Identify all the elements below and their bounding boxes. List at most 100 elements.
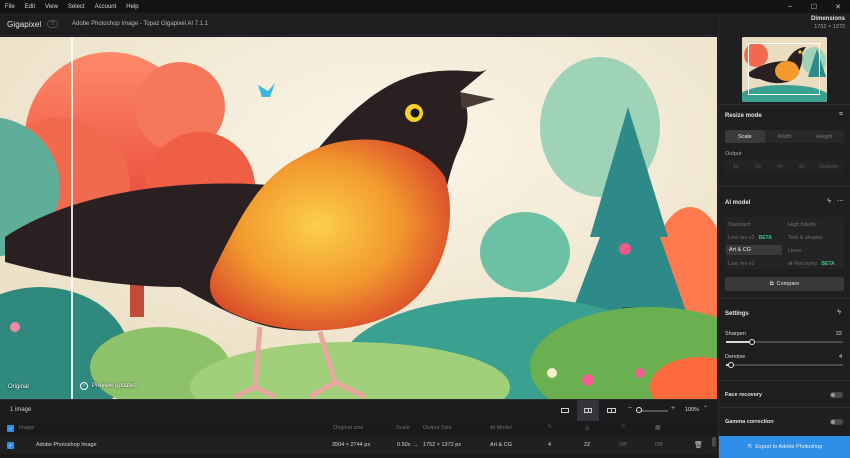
model-standard[interactable]: Standard xyxy=(728,222,750,228)
model-low-res-v2-label: Low res v2 xyxy=(728,235,755,241)
model-recovery[interactable]: ⊕ Recovery BETA xyxy=(788,261,835,267)
crop-icon[interactable]: ⌗ xyxy=(839,111,843,119)
gamma-correction-toggle[interactable] xyxy=(830,419,843,425)
resize-mode-title: Resize mode xyxy=(725,113,762,119)
export-icon: ⇱ xyxy=(747,444,753,450)
beta-badge: BETA xyxy=(758,235,772,241)
zoom-slider[interactable] xyxy=(640,410,668,412)
menu-account[interactable]: Account xyxy=(90,4,122,10)
compare-label: Compare xyxy=(776,281,800,287)
row-col-b: 22 xyxy=(584,442,591,448)
mode-height[interactable]: Height xyxy=(804,130,844,143)
settings-title: Settings xyxy=(725,311,749,317)
row-output-size: 1752 × 1372 px xyxy=(423,442,462,448)
denoise-slider-thumb[interactable] xyxy=(728,361,734,368)
zoom-slider-thumb[interactable] xyxy=(636,407,642,413)
version-badge: 7 xyxy=(47,20,59,28)
lightning-icon[interactable]: ϟ xyxy=(827,198,831,205)
col-original-size[interactable]: Original size xyxy=(333,425,363,431)
model-high-fidelity[interactable]: High fidelity xyxy=(788,222,816,228)
model-lines[interactable]: Lines xyxy=(788,248,801,254)
lightning-icon[interactable]: ϟ xyxy=(837,309,841,316)
menu-file[interactable]: File xyxy=(0,4,20,10)
output-label: Output xyxy=(725,151,742,157)
table-header: – Image Original size Scale Output Size … xyxy=(0,421,717,435)
col-image[interactable]: Image xyxy=(19,425,34,431)
view-split-button[interactable] xyxy=(577,400,599,421)
row-scale: 0.50x xyxy=(397,442,411,448)
output-custom[interactable]: Custom xyxy=(813,160,844,173)
model-low-res-v2[interactable]: Low res v2 BETA xyxy=(728,235,772,241)
original-label: Original xyxy=(8,384,29,390)
menu-edit[interactable]: Edit xyxy=(20,4,40,10)
sharpen-slider[interactable] xyxy=(726,338,843,345)
denoise-value: 4 xyxy=(838,354,842,360)
row-col-a: 4 xyxy=(548,442,552,448)
model-art-cg[interactable]: Art & CG xyxy=(726,245,782,255)
window-controls: – ☐ ✕ xyxy=(778,0,850,13)
comparison-split-handle[interactable] xyxy=(71,37,73,399)
mode-scale[interactable]: Scale xyxy=(725,130,765,143)
output-1x[interactable]: 1x xyxy=(725,160,747,173)
zoom-out-icon[interactable]: − xyxy=(628,405,632,412)
navigator-viewport-box[interactable] xyxy=(748,43,820,95)
mode-width[interactable]: Width xyxy=(765,130,805,143)
more-options-icon[interactable]: ⋯ xyxy=(837,197,844,205)
compare-icon: ⧉ xyxy=(769,280,774,287)
settings-section: Settings ϟ Sharpen 22 Denoise 4 xyxy=(719,298,850,380)
output-4x[interactable]: 4x xyxy=(769,160,791,173)
compare-button[interactable]: ⧉ Compare xyxy=(725,277,844,291)
arrow-right-icon: → xyxy=(413,442,419,448)
preview-status: ✓ Preview updated xyxy=(80,382,137,390)
menu-bar: File Edit View Select Account Help – ☐ ✕ xyxy=(0,0,850,13)
model-recovery-label: Recovery xyxy=(794,261,818,267)
denoise-label: Denoise xyxy=(725,354,746,360)
denoise-slider[interactable] xyxy=(726,361,843,368)
split-view-icon xyxy=(584,408,592,413)
title-bar: Gigapixel 7 Adobe Photoshop Image - Topa… xyxy=(0,13,717,36)
bottom-toolbar: 1 image − + 100% ⌃ xyxy=(0,399,717,421)
table-row[interactable]: ✓ Adobe Photoshop Image 3504 × 2744 px 0… xyxy=(0,436,717,454)
row-col-d: Off xyxy=(655,442,663,448)
menu-help[interactable]: Help xyxy=(121,4,143,10)
minimize-button[interactable]: – xyxy=(778,0,802,13)
close-button[interactable]: ✕ xyxy=(826,0,850,13)
view-side-by-side-button[interactable] xyxy=(600,400,622,421)
zoom-value[interactable]: 100% xyxy=(685,407,699,413)
output-scale-selector: 1x 2x 4x 6x Custom xyxy=(725,160,844,173)
model-low-res-v1[interactable]: Low res v1 xyxy=(728,261,755,267)
export-button[interactable]: ⇱ Export to Adobe Photoshop xyxy=(719,436,850,458)
sharpen-label: Sharpen xyxy=(725,331,746,337)
image-count: 1 image xyxy=(10,407,32,413)
output-6x[interactable]: 6x xyxy=(791,160,813,173)
select-all-checkbox[interactable]: – xyxy=(7,425,14,432)
gamma-correction-row: Gamma correction xyxy=(719,407,850,434)
face-recovery-toggle[interactable] xyxy=(830,392,843,398)
dimensions-value: 1752 × 1372 xyxy=(814,24,845,30)
row-col-c: Off xyxy=(619,442,627,448)
output-2x[interactable]: 2x xyxy=(747,160,769,173)
sharpen-slider-thumb[interactable] xyxy=(749,338,755,345)
table-scrollbar[interactable] xyxy=(712,437,716,447)
model-text-shapes[interactable]: Text & shapes xyxy=(788,235,823,241)
col-scale[interactable]: Scale xyxy=(396,425,410,431)
menu-select[interactable]: Select xyxy=(63,4,90,10)
menu-view[interactable]: View xyxy=(40,4,63,10)
face-recovery-label: Face recovery xyxy=(725,392,762,398)
col-output-size[interactable]: Output Size xyxy=(423,425,452,431)
maximize-button[interactable]: ☐ xyxy=(802,0,826,13)
resize-section: Resize mode ⌗ Scale Width Height Output … xyxy=(719,104,850,186)
row-checkbox[interactable]: ✓ xyxy=(7,442,14,449)
trash-icon[interactable]: 🗑 xyxy=(694,441,703,449)
side-by-side-icon xyxy=(606,408,616,413)
sharpen-icon: ◬ xyxy=(585,425,590,431)
col-ai-model[interactable]: AI Model xyxy=(490,425,512,431)
chevron-up-icon[interactable]: ⌃ xyxy=(703,405,708,412)
navigator-thumbnail[interactable] xyxy=(742,37,827,102)
artwork-robin xyxy=(0,37,717,399)
dimensions-header: Dimensions 1752 × 1372 xyxy=(811,16,845,30)
sharpen-value: 22 xyxy=(835,331,842,337)
zoom-in-icon[interactable]: + xyxy=(671,405,675,412)
image-preview[interactable]: Original ✓ Preview updated xyxy=(0,37,717,399)
view-single-button[interactable] xyxy=(554,400,576,421)
